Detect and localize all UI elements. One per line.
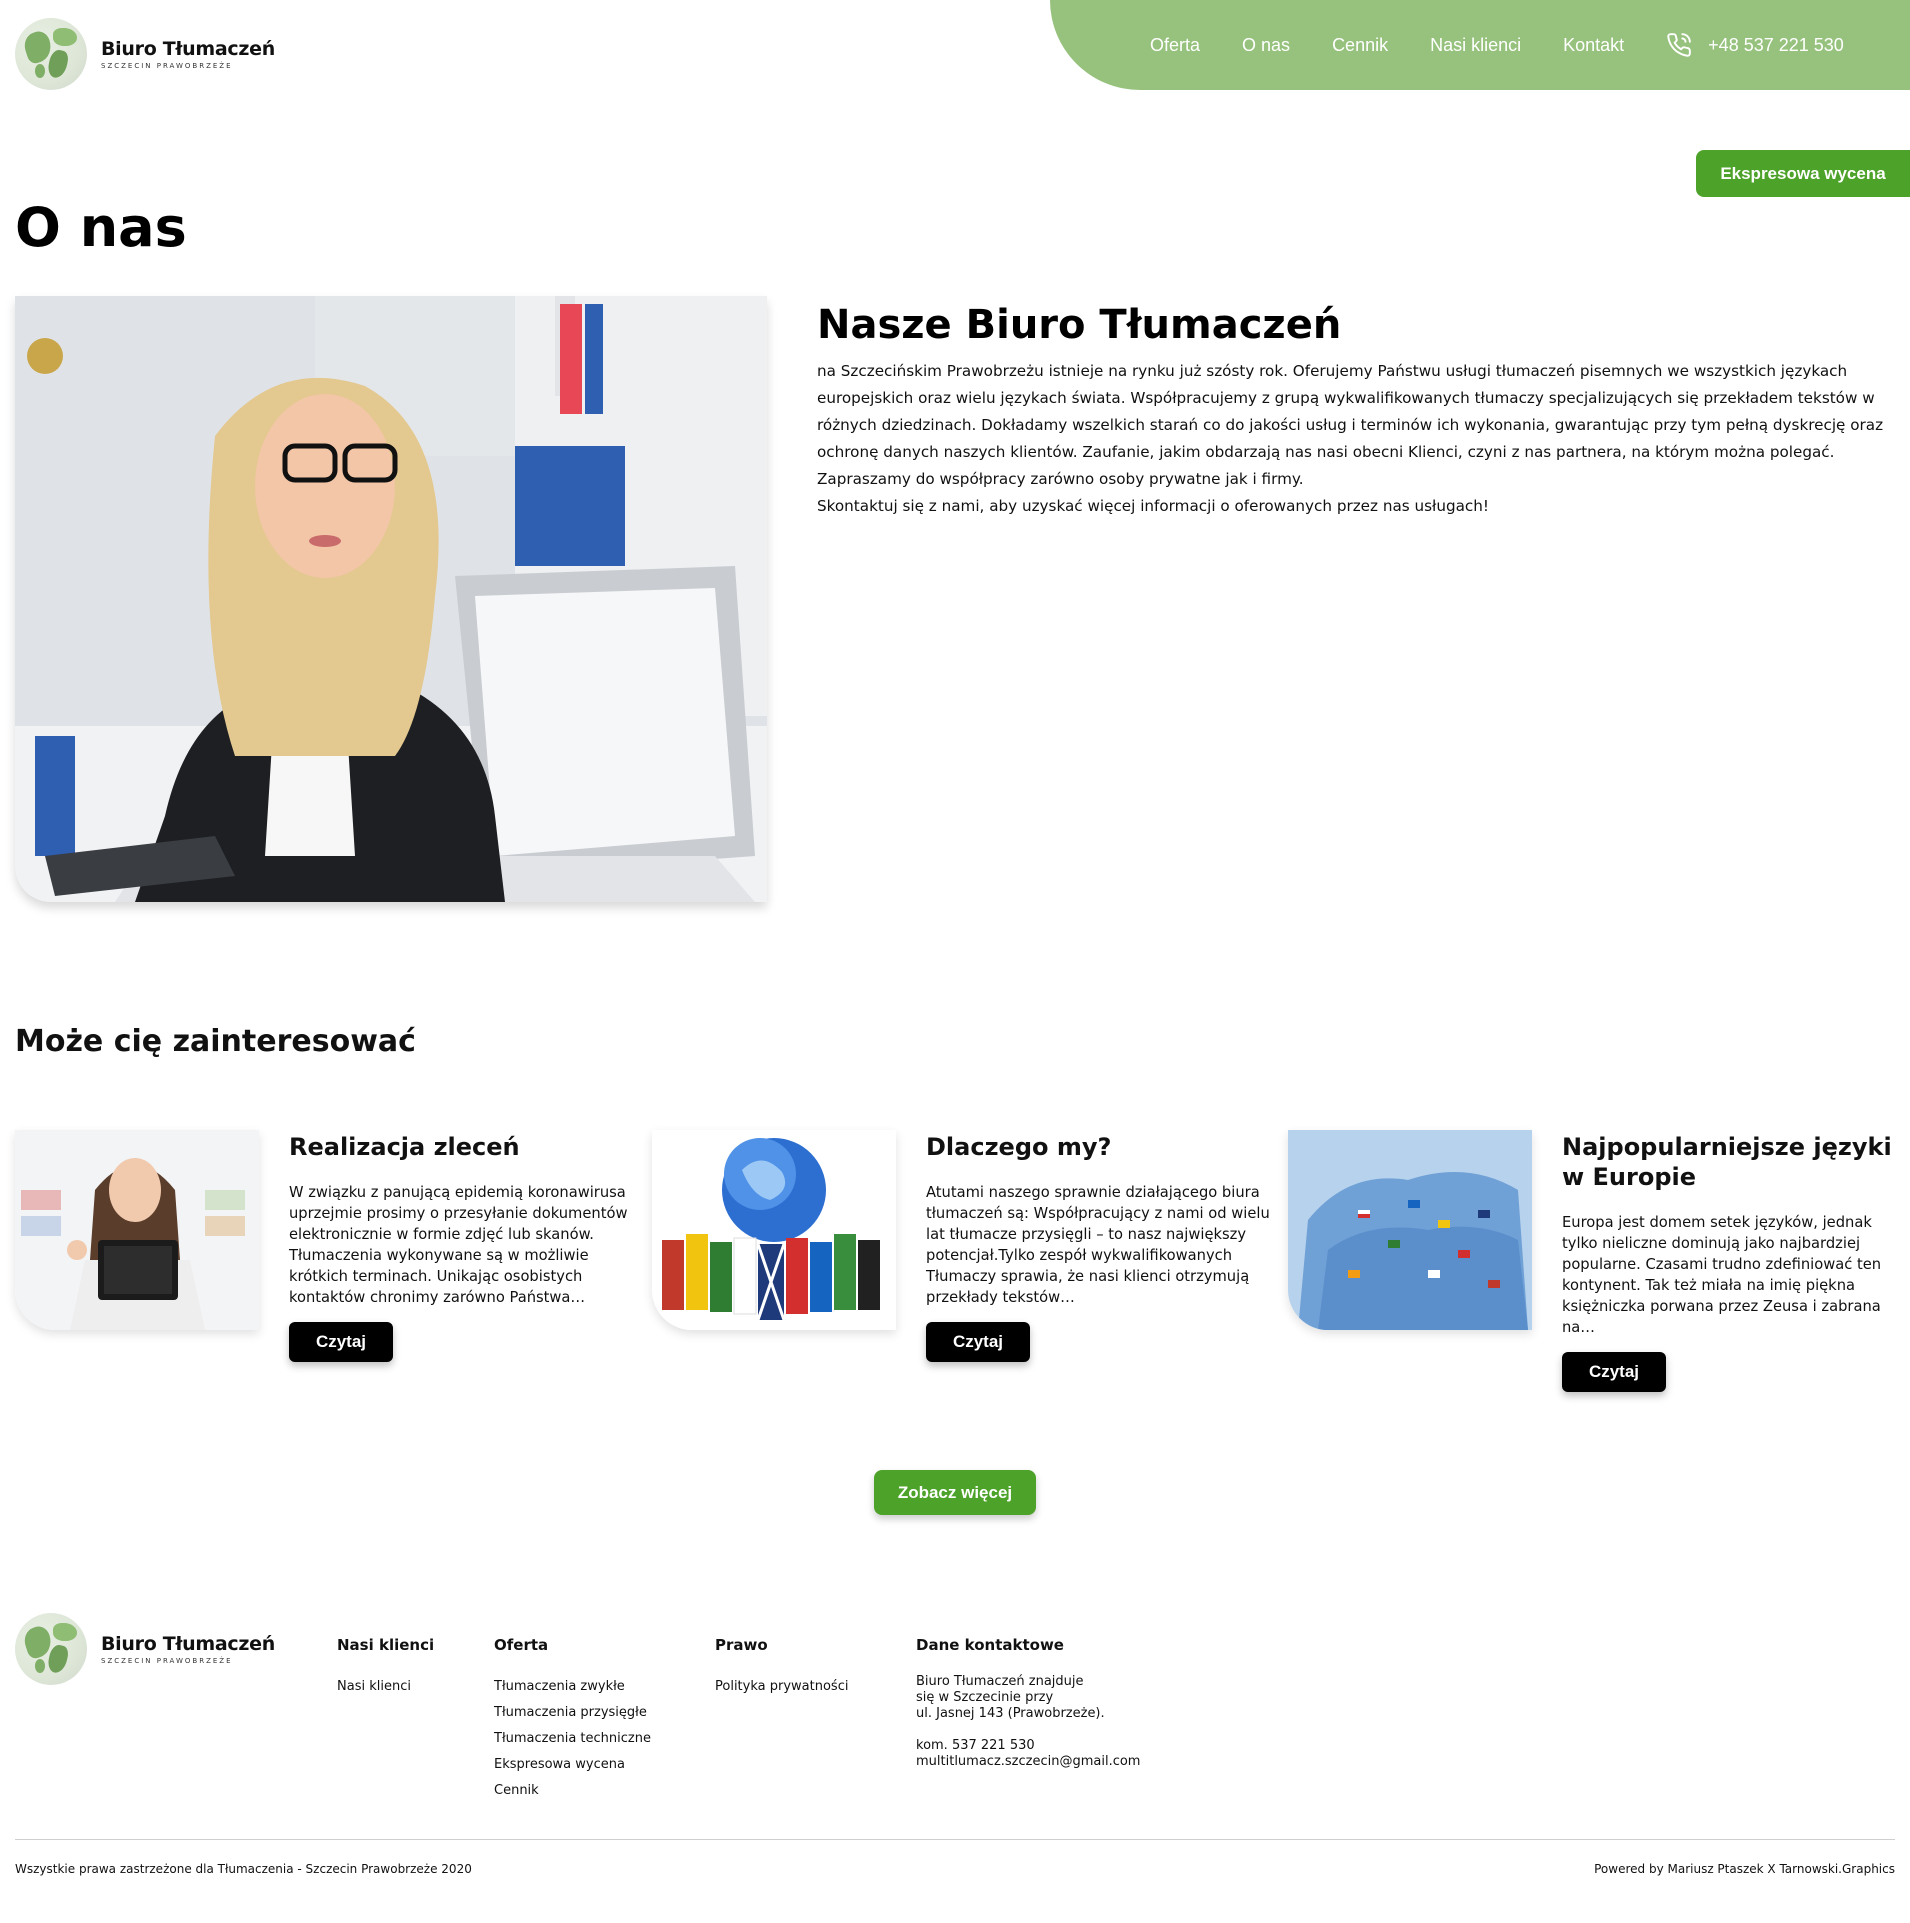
nav-item-kontakt[interactable]: Kontakt bbox=[1563, 35, 1624, 56]
card-image-woman-tablet[interactable] bbox=[15, 1130, 259, 1330]
footer-link[interactable]: Cennik bbox=[494, 1778, 651, 1804]
footer-col-clients: Nasi klienci Nasi klienci bbox=[337, 1636, 434, 1700]
see-more-button[interactable]: Zobacz więcej bbox=[874, 1470, 1036, 1515]
nav-item-oferta[interactable]: Oferta bbox=[1150, 35, 1200, 56]
header-logo[interactable]: Biuro Tłumaczeń SZCZECIN PRAWOBRZEŻE bbox=[15, 18, 275, 90]
card-image-globe-books[interactable] bbox=[652, 1130, 896, 1330]
card-excerpt: Europa jest domem setek języków, jednak … bbox=[1562, 1214, 1882, 1336]
footer-address-line: Biuro Tłumaczeń znajduje bbox=[916, 1674, 1084, 1689]
footer-link[interactable]: Tłumaczenia zwykłe bbox=[494, 1674, 651, 1700]
footer-link[interactable]: Polityka prywatności bbox=[715, 1674, 848, 1700]
read-button[interactable]: Czytaj bbox=[926, 1322, 1030, 1362]
about-cta: Skontaktuj się z nami, aby uzyskać więce… bbox=[817, 497, 1489, 515]
footer-link[interactable]: Ekspresowa wycena bbox=[494, 1752, 651, 1778]
globe-logo-icon bbox=[15, 1613, 87, 1685]
page-title: O nas bbox=[15, 196, 187, 259]
logo-subtitle: SZCZECIN PRAWOBRZEŻE bbox=[101, 1657, 233, 1665]
nav-item-nasi-klienci[interactable]: Nasi klienci bbox=[1430, 35, 1521, 56]
read-button[interactable]: Czytaj bbox=[289, 1322, 393, 1362]
card-excerpt: Atutami naszego sprawnie działającego bi… bbox=[926, 1184, 1270, 1306]
footer-col-heading: Oferta bbox=[494, 1636, 549, 1654]
related-heading: Może cię zainteresować bbox=[15, 1024, 416, 1059]
footer-logo[interactable]: Biuro Tłumaczeń SZCZECIN PRAWOBRZEŻE bbox=[15, 1613, 275, 1685]
card-excerpt: W związku z panującą epidemią koronawiru… bbox=[289, 1184, 628, 1306]
about-heading: Nasze Biuro Tłumaczeń bbox=[817, 302, 1342, 348]
footer-address-line: ul. Jasnej 143 (Prawobrzeże). bbox=[916, 1706, 1105, 1721]
footer-col-law: Prawo Polityka prywatności bbox=[715, 1636, 848, 1700]
nav-item-o-nas[interactable]: O nas bbox=[1242, 35, 1290, 56]
footer-col-heading: Nasi klienci bbox=[337, 1636, 435, 1654]
card-title[interactable]: Realizacja zleceń bbox=[289, 1132, 635, 1162]
read-button[interactable]: Czytaj bbox=[1562, 1352, 1666, 1392]
footer-address-line: się w Szczecinie przy bbox=[916, 1690, 1054, 1705]
footer-col-offer: Oferta Tłumaczenia zwykłe Tłumaczenia pr… bbox=[494, 1636, 651, 1804]
footer-col-heading: Dane kontaktowe bbox=[916, 1636, 1064, 1654]
footer-divider bbox=[15, 1839, 1895, 1840]
footer-col-heading: Prawo bbox=[715, 1636, 768, 1654]
footer-col-contact: Dane kontaktowe Biuro Tłumaczeń znajduje… bbox=[916, 1636, 1140, 1770]
footer-email[interactable]: multitlumacz.szczecin@gmail.com bbox=[916, 1754, 1140, 1770]
card-title[interactable]: Dlaczego my? bbox=[926, 1132, 1272, 1162]
copyright: Wszystkie prawa zastrzeżone dla Tłumacze… bbox=[15, 1862, 472, 1876]
main-nav: Oferta O nas Cennik Nasi klienci Kontakt… bbox=[1050, 0, 1910, 90]
globe-logo-icon bbox=[15, 18, 87, 90]
hero-photo-office-woman bbox=[15, 296, 767, 902]
card-title[interactable]: Najpopularniejsze języki w Europie bbox=[1562, 1132, 1908, 1192]
footer-link[interactable]: Tłumaczenia przysięgłe bbox=[494, 1700, 651, 1726]
nav-item-cennik[interactable]: Cennik bbox=[1332, 35, 1388, 56]
footer-link[interactable]: Nasi klienci bbox=[337, 1674, 434, 1700]
card-image-europe-map[interactable] bbox=[1288, 1130, 1532, 1330]
about-paragraph: na Szczecińskim Prawobrzeżu istnieje na … bbox=[817, 362, 1884, 488]
about-text: na Szczecińskim Prawobrzeżu istnieje na … bbox=[817, 358, 1887, 520]
powered-by[interactable]: Powered by Mariusz Ptaszek X Tarnowski.G… bbox=[1594, 1862, 1895, 1876]
footer-phone[interactable]: kom. 537 221 530 bbox=[916, 1738, 1140, 1754]
logo-name: Biuro Tłumaczeń bbox=[101, 1633, 275, 1655]
logo-subtitle: SZCZECIN PRAWOBRZEŻE bbox=[101, 62, 233, 70]
express-quote-button[interactable]: Ekspresowa wycena bbox=[1696, 150, 1910, 197]
phone-icon bbox=[1666, 32, 1692, 58]
logo-name: Biuro Tłumaczeń bbox=[101, 38, 275, 60]
footer-link[interactable]: Tłumaczenia techniczne bbox=[494, 1726, 651, 1752]
nav-phone-number[interactable]: +48 537 221 530 bbox=[1708, 35, 1844, 56]
